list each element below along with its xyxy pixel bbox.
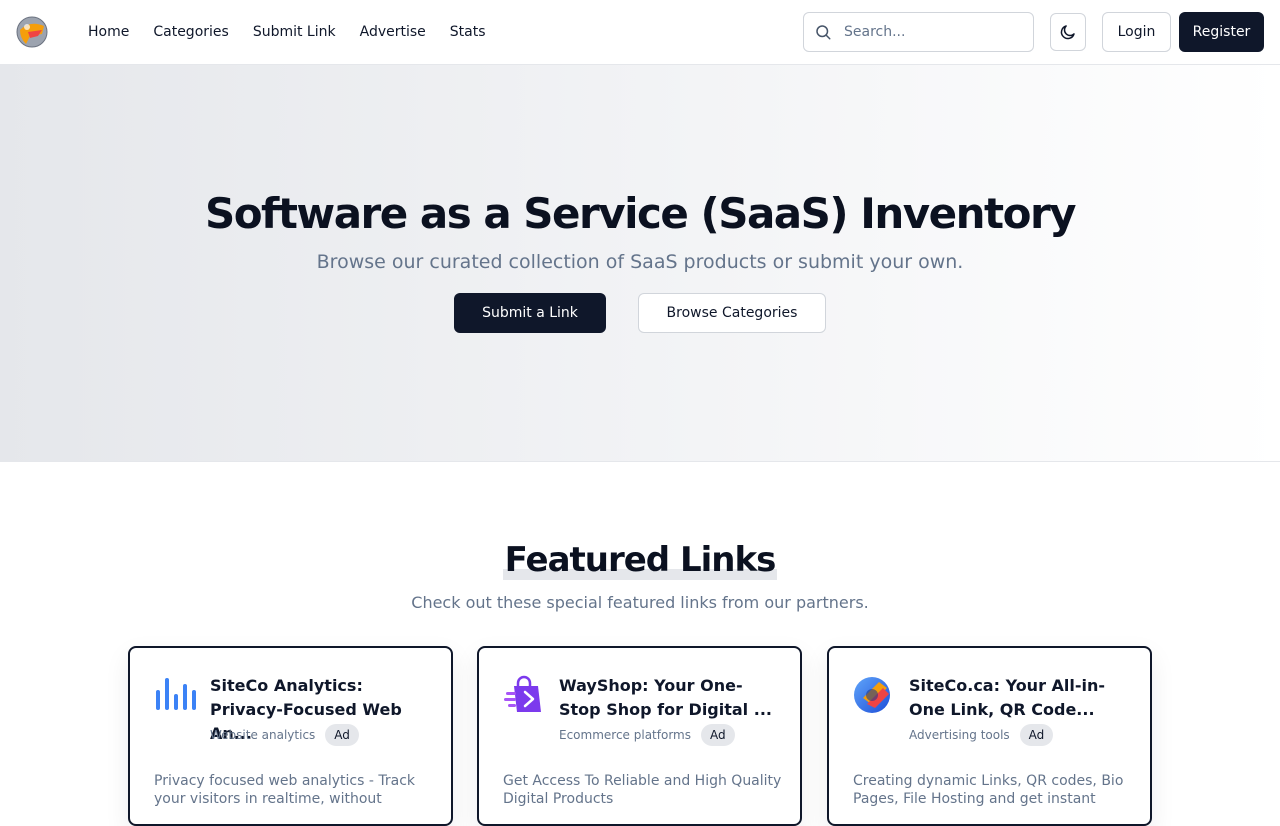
theme-toggle-button[interactable] [1050, 13, 1086, 51]
card-meta: Advertising tools Ad [909, 724, 1054, 746]
card-meta: Website analytics Ad [210, 724, 359, 746]
search-icon [816, 25, 831, 40]
ad-badge: Ad [325, 724, 359, 746]
hero-subtitle: Browse our curated collection of SaaS pr… [316, 251, 964, 273]
featured-card[interactable]: SiteCo.ca: Your All-in-One Link, QR Code… [827, 646, 1152, 826]
featured-card[interactable]: SiteCo Analytics: Privacy-Focused Web An… [128, 646, 453, 826]
submit-link-button[interactable]: Submit a Link [454, 293, 606, 333]
register-button[interactable]: Register [1179, 12, 1264, 52]
top-navbar: Home Categories Submit Link Advertise St… [0, 0, 1280, 65]
card-title[interactable]: SiteCo.ca: Your All-in-One Link, QR Code… [909, 674, 1129, 722]
card-category: Advertising tools [909, 728, 1010, 742]
browse-categories-button[interactable]: Browse Categories [638, 293, 826, 333]
moon-icon [1060, 25, 1075, 40]
card-meta: Ecommerce platforms Ad [559, 724, 735, 746]
card-description: Creating dynamic Links, QR codes, Bio Pa… [853, 773, 1124, 807]
ad-badge: Ad [1019, 724, 1054, 746]
ad-badge: Ad [701, 724, 735, 746]
featured-title: Featured Links [0, 540, 1280, 580]
nav-home-link[interactable]: Home [88, 24, 129, 40]
bar-chart-icon [156, 678, 196, 710]
card-description: Privacy focused web analytics - Track yo… [154, 773, 416, 807]
card-category: Website analytics [210, 728, 316, 742]
card-description: Get Access To Reliable and High Quality … [503, 773, 782, 807]
hero-title: Software as a Service (SaaS) Inventory [204, 189, 1077, 238]
search-input[interactable] [840, 13, 1026, 51]
nav-advertise-link[interactable]: Advertise [360, 24, 426, 40]
link-logo-icon [854, 677, 890, 713]
nav-submit-link[interactable]: Submit Link [253, 24, 336, 40]
login-button[interactable]: Login [1102, 12, 1171, 52]
shopping-bag-icon [504, 675, 541, 712]
nav-stats-link[interactable]: Stats [450, 24, 486, 40]
hero-section: Software as a Service (SaaS) Inventory B… [0, 65, 1280, 462]
featured-subtitle: Check out these special featured links f… [411, 593, 869, 612]
featured-card[interactable]: WayShop: Your One-Stop Shop for Digital … [477, 646, 802, 826]
card-category: Ecommerce platforms [559, 728, 691, 742]
main-nav: Home Categories Submit Link Advertise St… [88, 0, 486, 64]
card-title[interactable]: WayShop: Your One-Stop Shop for Digital … [559, 674, 779, 722]
nav-categories-link[interactable]: Categories [153, 24, 228, 40]
site-logo-icon[interactable] [16, 16, 48, 48]
search-box [803, 12, 1034, 52]
featured-title-text: Featured Links [502, 540, 778, 580]
